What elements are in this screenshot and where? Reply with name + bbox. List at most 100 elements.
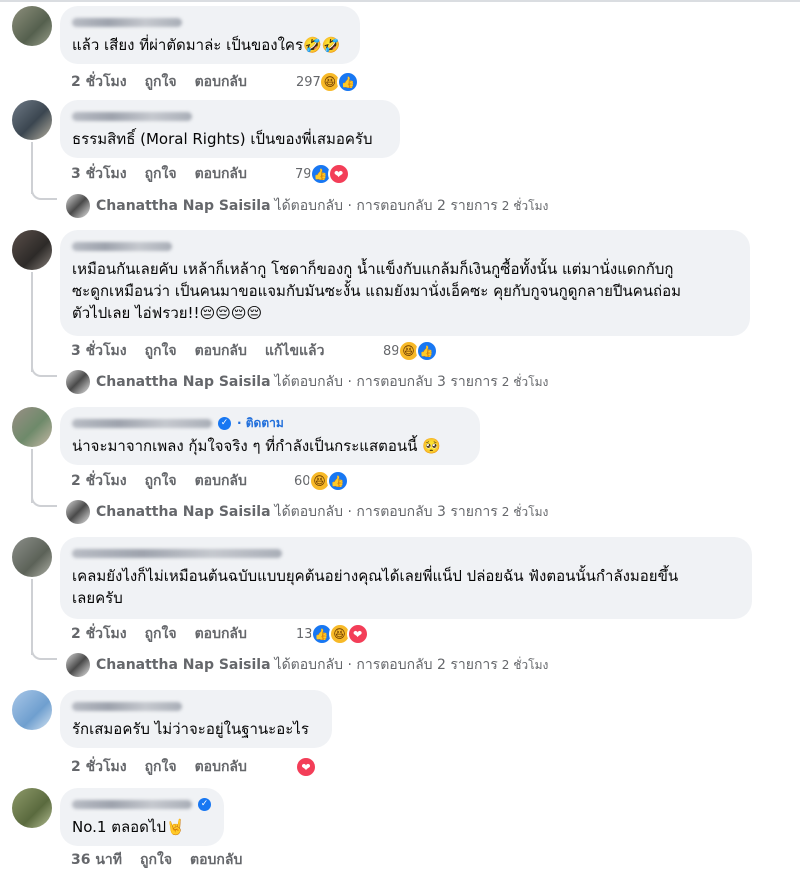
reply-button[interactable]: ตอบกลับ bbox=[195, 756, 247, 778]
avatar[interactable] bbox=[12, 100, 52, 140]
replies-link[interactable]: Chanattha Nap Saisila ได้ตอบกลับ · การตอ… bbox=[66, 370, 548, 394]
comment-time[interactable]: 2 ชั่วโมง bbox=[71, 470, 127, 492]
author-name-blurred[interactable] bbox=[72, 108, 388, 124]
comment-actions: 36 นาที ถูกใจ ตอบกลับ bbox=[71, 850, 260, 870]
reply-avatar bbox=[66, 500, 90, 524]
avatar[interactable] bbox=[12, 230, 52, 270]
reply-time: 2 ชั่วโมง bbox=[501, 374, 549, 389]
comment-actions: 3 ชั่วโมง ถูกใจ ตอบกลับ แก้ไขแล้ว bbox=[71, 341, 342, 361]
like-button[interactable]: ถูกใจ bbox=[145, 470, 177, 492]
like-reaction-icon: 👍 bbox=[415, 340, 438, 362]
author-name-blurred[interactable] bbox=[72, 799, 192, 809]
author-name-blurred[interactable] bbox=[72, 238, 738, 254]
comment-actions: 2 ชั่วโมง ถูกใจ ตอบกลับ bbox=[71, 757, 265, 777]
follow-button[interactable]: · ติดตาม bbox=[237, 414, 284, 433]
reply-summary: ได้ตอบกลับ · การตอบกลับ 2 รายการ bbox=[274, 198, 498, 214]
comment-bubble: เคลมยังไงก็ไม่เหมือนต้นฉบับแบบยุคต้นอย่า… bbox=[60, 537, 752, 619]
reply-summary: ได้ตอบกลับ · การตอบกลับ 2 รายการ bbox=[274, 657, 498, 673]
reply-button[interactable]: ตอบกลับ bbox=[195, 470, 247, 492]
comment-actions: 3 ชั่วโมง ถูกใจ ตอบกลับ bbox=[71, 164, 265, 184]
reply-avatar bbox=[66, 653, 90, 677]
comment-bubble: เหมือนกันเลยคับ เหล้าก็เหล้ากู โชดาก็ของ… bbox=[60, 230, 750, 336]
comment-actions: 2 ชั่วโมง ถูกใจ ตอบกลับ bbox=[71, 72, 265, 92]
replies-link[interactable]: Chanattha Nap Saisila ได้ตอบกลับ · การตอ… bbox=[66, 653, 548, 677]
love-reaction-icon: ❤ bbox=[327, 163, 350, 185]
author-name-blurred[interactable] bbox=[72, 545, 740, 561]
like-reaction-icon: 👍 bbox=[336, 71, 359, 93]
comment-actions: 2 ชั่วโมง ถูกใจ ตอบกลับ bbox=[71, 471, 265, 491]
comment-bubble: ✓ No.1 ตลอดไป🤘 bbox=[60, 788, 224, 846]
comment-text: เหมือนกันเลยคับ เหล้าก็เหล้ากู โชดาก็ของ… bbox=[72, 260, 681, 322]
like-button[interactable]: ถูกใจ bbox=[145, 163, 177, 185]
reaction-count: 297 bbox=[296, 74, 321, 90]
comment-time[interactable]: 2 ชั่วโมง bbox=[71, 756, 127, 778]
like-button[interactable]: ถูกใจ bbox=[140, 849, 172, 871]
reply-button[interactable]: ตอบกลับ bbox=[190, 849, 242, 871]
reaction-summary[interactable]: 79 👍 ❤ bbox=[295, 163, 350, 185]
author-name-blurred[interactable] bbox=[72, 698, 320, 714]
avatar[interactable] bbox=[12, 537, 52, 577]
reply-button[interactable]: ตอบกลับ bbox=[195, 163, 247, 185]
comment-text: น่าจะมาจากเพลง กุ้มใจจริง ๆ ที่กำลังเป็น… bbox=[72, 437, 441, 455]
verified-badge-icon: ✓ bbox=[218, 416, 231, 430]
reply-button[interactable]: ตอบกลับ bbox=[195, 623, 247, 645]
like-button[interactable]: ถูกใจ bbox=[145, 756, 177, 778]
comment-time[interactable]: 3 ชั่วโมง bbox=[71, 163, 127, 185]
reply-time: 2 ชั่วโมง bbox=[501, 504, 549, 519]
like-button[interactable]: ถูกใจ bbox=[145, 71, 177, 93]
reply-summary: ได้ตอบกลับ · การตอบกลับ 3 รายการ bbox=[274, 504, 498, 520]
avatar[interactable] bbox=[12, 6, 52, 46]
avatar[interactable] bbox=[12, 690, 52, 730]
comment-time[interactable]: 3 ชั่วโมง bbox=[71, 340, 127, 362]
comment-actions: 2 ชั่วโมง ถูกใจ ตอบกลับ bbox=[71, 624, 265, 644]
reply-time: 2 ชั่วโมง bbox=[501, 198, 549, 213]
reply-button[interactable]: ตอบกลับ bbox=[195, 71, 247, 93]
comment-text: เคลมยังไงก็ไม่เหมือนต้นฉบับแบบยุคต้นอย่า… bbox=[72, 567, 679, 607]
avatar[interactable] bbox=[12, 788, 52, 828]
reply-author: Chanattha Nap Saisila bbox=[96, 657, 271, 673]
reaction-summary[interactable]: 60 😆 👍 bbox=[294, 470, 349, 492]
comment-bubble: ธรรมสิทธิ์ (Moral Rights) เป็นของพี่เสมอ… bbox=[60, 100, 400, 158]
comment-text: ธรรมสิทธิ์ (Moral Rights) เป็นของพี่เสมอ… bbox=[72, 130, 373, 148]
reply-author: Chanattha Nap Saisila bbox=[96, 198, 271, 214]
like-button[interactable]: ถูกใจ bbox=[145, 623, 177, 645]
like-button[interactable]: ถูกใจ bbox=[145, 340, 177, 362]
comment-text: No.1 ตลอดไป🤘 bbox=[72, 818, 185, 836]
reply-connector bbox=[31, 646, 57, 660]
author-name-row: ✓ · ติดตาม bbox=[72, 415, 468, 431]
reply-connector bbox=[31, 186, 57, 200]
reply-avatar bbox=[66, 194, 90, 218]
comment-text: แล้ว เสียง ที่ผ่าตัดมาล่ะ เป็นของใคร🤣🤣 bbox=[72, 36, 341, 54]
reply-author: Chanattha Nap Saisila bbox=[96, 374, 271, 390]
comment-text: รักเสมอครับ ไม่ว่าจะอยู่ในฐานะอะไร bbox=[72, 720, 309, 738]
like-reaction-icon: 👍 bbox=[326, 470, 349, 492]
avatar[interactable] bbox=[12, 407, 52, 447]
comment-bubble: ✓ · ติดตาม น่าจะมาจากเพลง กุ้มใจจริง ๆ ท… bbox=[60, 407, 480, 465]
edited-label: แก้ไขแล้ว bbox=[264, 343, 325, 359]
reaction-summary[interactable]: 89 😆 👍 bbox=[383, 340, 438, 362]
author-name-blurred[interactable] bbox=[72, 14, 348, 30]
reply-button[interactable]: ตอบกลับ bbox=[195, 340, 247, 362]
thread-line bbox=[31, 579, 33, 655]
reaction-summary[interactable]: 13 👍 😆 ❤ bbox=[296, 623, 369, 645]
thread-line bbox=[31, 272, 33, 372]
top-divider bbox=[0, 0, 800, 2]
reply-time: 2 ชั่วโมง bbox=[501, 657, 549, 672]
comment-time[interactable]: 2 ชั่วโมง bbox=[71, 71, 127, 93]
replies-link[interactable]: Chanattha Nap Saisila ได้ตอบกลับ · การตอ… bbox=[66, 500, 548, 524]
replies-link[interactable]: Chanattha Nap Saisila ได้ตอบกลับ · การตอ… bbox=[66, 194, 548, 218]
reply-avatar bbox=[66, 370, 90, 394]
author-name-row: ✓ bbox=[72, 796, 212, 812]
comment-time[interactable]: 2 ชั่วโมง bbox=[71, 623, 127, 645]
comment-time[interactable]: 36 นาที bbox=[71, 849, 122, 871]
reaction-summary[interactable]: 297 😆 👍 bbox=[296, 71, 359, 93]
love-reaction-icon: ❤ bbox=[346, 623, 369, 645]
love-reaction-icon: ❤ bbox=[295, 756, 317, 778]
comment-bubble: แล้ว เสียง ที่ผ่าตัดมาล่ะ เป็นของใคร🤣🤣 bbox=[60, 6, 360, 64]
reply-author: Chanattha Nap Saisila bbox=[96, 504, 271, 520]
author-name-blurred[interactable] bbox=[72, 418, 212, 428]
reply-connector bbox=[31, 493, 57, 507]
reply-connector bbox=[31, 363, 57, 377]
reaction-summary[interactable]: ❤ bbox=[295, 756, 317, 778]
comment-bubble: รักเสมอครับ ไม่ว่าจะอยู่ในฐานะอะไร bbox=[60, 690, 332, 748]
